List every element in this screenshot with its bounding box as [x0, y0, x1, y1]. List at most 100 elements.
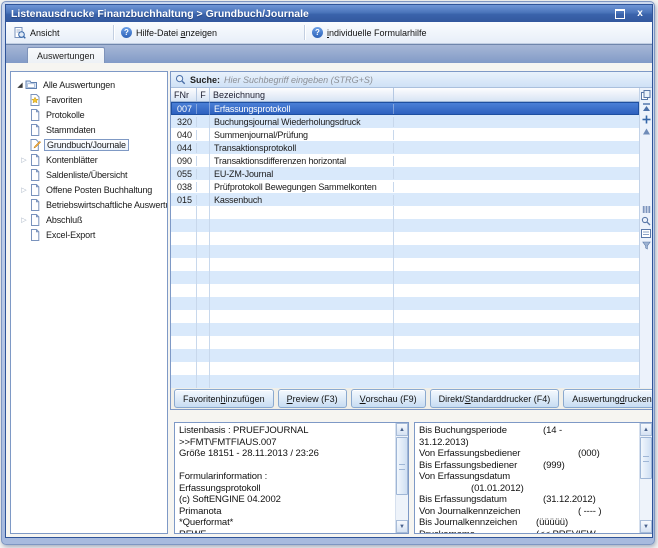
- search-label: Suche:: [190, 75, 220, 85]
- page-icon: [29, 169, 41, 181]
- report-list-panel: Suche: FNr F Bezeichnung 007Erfassungspr…: [170, 71, 653, 410]
- scroll-up-icon[interactable]: [640, 125, 652, 137]
- sidebar-item-grundbuch-journale[interactable]: Grundbuch/Journale: [11, 137, 167, 152]
- table-row[interactable]: 090Transaktionsdifferenzen horizontal: [171, 154, 639, 167]
- toolbar-button-ansicht[interactable]: Ansicht: [10, 24, 110, 41]
- scroll-down-arrow[interactable]: ▼: [396, 520, 408, 533]
- column-header-bezeichnung[interactable]: Bezeichnung: [210, 88, 394, 101]
- details-icon[interactable]: [640, 227, 652, 239]
- table-row[interactable]: 040Summenjournal/Prüfung: [171, 128, 639, 141]
- sidebar-item-kontenblaetter[interactable]: ▷ Kontenblätter: [11, 152, 167, 167]
- grid-side-toolbar: [639, 88, 652, 388]
- columns-icon[interactable]: [640, 203, 652, 215]
- page-icon: [29, 229, 41, 241]
- expander-closed-icon[interactable]: ▷: [19, 216, 29, 224]
- window-controls: x: [613, 8, 647, 20]
- table-row[interactable]: 044Transaktionsprotokoll: [171, 141, 639, 154]
- preview-button[interactable]: Preview (F3): [278, 389, 347, 408]
- page-icon: [29, 124, 41, 136]
- window-title: Listenausdrucke Finanzbuchhaltung > Grun…: [11, 8, 613, 20]
- scroll-top-icon[interactable]: [640, 101, 652, 113]
- table-row[interactable]: 055EU-ZM-Journal: [171, 167, 639, 180]
- table-row[interactable]: 015Kassenbuch: [171, 193, 639, 206]
- sidebar-item-offene-posten[interactable]: ▷ Offene Posten Buchhaltung: [11, 182, 167, 197]
- tree-label: Abschluß: [44, 215, 84, 225]
- maximize-icon: [615, 9, 625, 19]
- sidebar-item-stammdaten[interactable]: Stammdaten: [11, 122, 167, 137]
- favorites-icon: [29, 94, 41, 106]
- expander-open-icon[interactable]: ◢: [15, 81, 25, 89]
- sidebar-item-bwa[interactable]: Betriebswirtschaftliche Auswertungen: [11, 197, 167, 212]
- vorschau-button[interactable]: Vorschau (F9): [351, 389, 426, 408]
- toolbar-label: individuelle Formularhilfe: [327, 28, 427, 38]
- tree-label: Offene Posten Buchhaltung: [44, 185, 154, 195]
- window: Listenausdrucke Finanzbuchhaltung > Grun…: [1, 1, 655, 545]
- help-icon: ?: [121, 27, 132, 38]
- column-header-fnr[interactable]: FNr: [171, 88, 197, 101]
- table-row[interactable]: 320Buchungsjournal Wiederholungsdruck: [171, 115, 639, 128]
- search-icon: [175, 74, 186, 85]
- screen: Listenausdrucke Finanzbuchhaltung > Grun…: [0, 0, 658, 548]
- table-body: 007Erfassungsprotokoll 320Buchungsjourna…: [171, 102, 639, 388]
- sidebar-item-abschluss[interactable]: ▷ Abschluß: [11, 212, 167, 227]
- page-icon: [29, 154, 41, 166]
- search-small-icon[interactable]: [640, 215, 652, 227]
- toolbar-button-formularhilfe[interactable]: ? individuelle Formularhilfe: [308, 24, 431, 41]
- sidebar-item-alle-auswertungen[interactable]: ◢ Alle Auswertungen: [11, 77, 167, 92]
- form-info-panel: Listenbasis : PRUEFJOURNAL >>FMT\FMTFIAU…: [174, 422, 409, 534]
- tab-band: Auswertungen: [6, 44, 652, 64]
- add-favorite-button[interactable]: Favoriten hinzufügen: [174, 389, 274, 408]
- tree-label: Saldenliste/Übersicht: [44, 170, 129, 180]
- sidebar-item-protokolle[interactable]: Protokolle: [11, 107, 167, 122]
- copy-icon[interactable]: [640, 89, 652, 101]
- scroll-up-arrow[interactable]: ▲: [396, 423, 408, 436]
- scroll-up-arrow[interactable]: ▲: [640, 423, 652, 436]
- scrollbar-vertical[interactable]: ▲ ▼: [639, 423, 652, 533]
- page-edit-icon: [29, 139, 41, 151]
- scrollbar-vertical[interactable]: ▲ ▼: [395, 423, 408, 533]
- tree-label: Favoriten: [44, 95, 84, 105]
- expander-closed-icon[interactable]: ▷: [19, 186, 29, 194]
- column-header-f[interactable]: F: [197, 88, 210, 101]
- tree-label: Excel-Export: [44, 230, 97, 240]
- folder-icon: [25, 79, 38, 90]
- close-icon: x: [637, 9, 643, 19]
- parameter-panel: Bis Buchungsperiode(14 - 31.12.2013) Von…: [414, 422, 653, 534]
- add-icon[interactable]: [640, 113, 652, 125]
- help-icon: ?: [312, 27, 323, 38]
- form-info-text: Listenbasis : PRUEFJOURNAL >>FMT\FMTFIAU…: [175, 423, 394, 533]
- scrollbar-thumb[interactable]: [396, 437, 408, 495]
- table-empty-area: [171, 206, 639, 388]
- filter-icon[interactable]: [640, 239, 652, 251]
- page-icon: [29, 184, 41, 196]
- search-input[interactable]: [224, 75, 648, 85]
- toolbar-button-hilfe-datei[interactable]: ? Hilfe-Datei anzeigen: [117, 24, 301, 41]
- sidebar-tree: ◢ Alle Auswertungen Favoriten: [10, 71, 168, 534]
- page-icon: [29, 109, 41, 121]
- tree-label: Protokolle: [44, 110, 87, 120]
- scroll-down-arrow[interactable]: ▼: [640, 520, 652, 533]
- table-row[interactable]: 007Erfassungsprotokoll: [171, 102, 639, 115]
- search-bar: Suche:: [171, 72, 652, 88]
- sidebar-item-excel-export[interactable]: Excel-Export: [11, 227, 167, 242]
- maximize-button[interactable]: [613, 8, 627, 20]
- toolbar: Ansicht ? Hilfe-Datei anzeigen ? individ…: [6, 22, 652, 44]
- parameter-text: Bis Buchungsperiode(14 - 31.12.2013) Von…: [415, 423, 638, 533]
- action-button-row: Favoriten hinzufügen Preview (F3) Vorsch…: [171, 388, 652, 409]
- scrollbar-thumb[interactable]: [640, 437, 652, 479]
- direct-print-button[interactable]: Direkt/Standarddrucker (F4): [430, 389, 560, 408]
- tree-label: Betriebswirtschaftliche Auswertungen: [44, 200, 168, 210]
- sidebar-item-favoriten[interactable]: Favoriten: [11, 92, 167, 107]
- expander-closed-icon[interactable]: ▷: [19, 156, 29, 164]
- sidebar-item-saldenliste[interactable]: Saldenliste/Übersicht: [11, 167, 167, 182]
- table-row[interactable]: 038Prüfprotokoll Bewegungen Sammelkonten: [171, 180, 639, 193]
- toolbar-label: Hilfe-Datei anzeigen: [136, 28, 217, 38]
- toolbar-separator: [304, 25, 305, 40]
- tree-label: Grundbuch/Journale: [44, 139, 129, 151]
- print-report-button[interactable]: Auswertung drucken: [563, 389, 653, 408]
- tab-auswertungen[interactable]: Auswertungen: [27, 47, 105, 64]
- page-icon: [29, 214, 41, 226]
- close-button[interactable]: x: [633, 8, 647, 20]
- tree-label: Kontenblätter: [44, 155, 100, 165]
- window-titlebar: Listenausdrucke Finanzbuchhaltung > Grun…: [6, 5, 652, 22]
